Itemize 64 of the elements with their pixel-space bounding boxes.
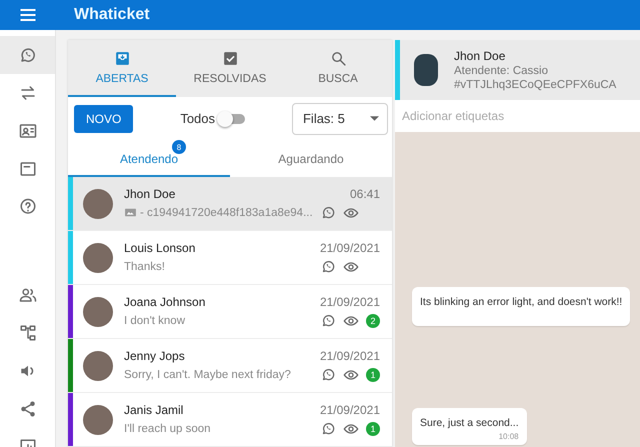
ticket-id: #vTTJLhq3ECoQEeCPFX6uCA — [454, 79, 616, 91]
message-time: 06:41 — [350, 186, 380, 200]
tab[interactable]: RESOLVIDAS — [176, 40, 284, 97]
attendant-label: Atendente: Cassio — [454, 65, 549, 77]
queue-select[interactable]: Filas: 5 — [292, 102, 388, 135]
toggle-switch[interactable] — [219, 114, 246, 124]
ticket-row[interactable]: Jhon Doe 06:41 - c194941720e448f183a1a8e94... — [68, 177, 392, 231]
search-icon — [330, 50, 346, 67]
whatsapp-icon — [321, 367, 336, 382]
share-icon — [18, 400, 36, 418]
users-icon — [18, 286, 36, 304]
message-time: 10:08 — [498, 432, 519, 441]
tab[interactable]: Aguardando — [278, 152, 344, 166]
message-text: Sure, just a second... — [420, 417, 519, 429]
arrows-icon — [18, 84, 36, 102]
whatsapp-icon — [321, 313, 336, 328]
unread-badge: 1 — [366, 422, 380, 436]
ticket-row[interactable]: Joana Johnson 21/09/2021 I don't know 2 — [68, 285, 392, 339]
contact-name: Joana Johnson — [124, 294, 206, 308]
whatsapp-icon — [18, 46, 36, 64]
ticket-row[interactable]: Janis Jamil 21/09/2021 I'll reach up soon 1 — [68, 393, 392, 447]
hierarchy-icon — [18, 324, 36, 342]
message-card-icon — [18, 160, 36, 178]
last-message: - c194941720e448f183a1a8e94... — [140, 206, 313, 218]
ticket-row[interactable]: Louis Lonson 21/09/2021 Thanks! — [68, 231, 392, 285]
toggle-label: Todos — [180, 111, 216, 126]
help-icon — [18, 198, 36, 216]
contact-name: Jhon Doe — [454, 49, 506, 63]
unread-badge: 2 — [366, 314, 380, 328]
last-message: I'll reach up soon — [124, 422, 211, 434]
whatsapp-icon — [321, 205, 336, 220]
avatar — [83, 404, 113, 434]
avatar — [414, 54, 438, 86]
avatar — [83, 242, 113, 272]
avatar — [83, 188, 113, 218]
message-time: 21/09/2021 — [320, 348, 380, 362]
checkbox-icon — [222, 50, 238, 67]
inbox-icon — [114, 50, 130, 67]
avatar — [83, 296, 113, 326]
last-message: Sorry, I can't. Maybe next friday? — [124, 368, 291, 380]
contact-name: Louis Lonson — [124, 240, 196, 254]
last-message: I don't know — [124, 314, 186, 326]
new-button[interactable]: NOVO — [74, 104, 134, 133]
app-title: Whaticket — [74, 6, 150, 24]
contact-name: Jhon Doe — [124, 186, 176, 200]
tags-field[interactable]: Adicionar etiquetas — [395, 100, 640, 132]
message-time: 21/09/2021 — [320, 402, 380, 416]
last-message: Thanks! — [124, 260, 165, 272]
contact-card-icon — [18, 122, 36, 140]
unread-badge: 1 — [366, 368, 380, 382]
message-time: 21/09/2021 — [320, 240, 380, 254]
sidebar-item[interactable] — [0, 36, 55, 74]
tab[interactable]: Atendendo — [120, 152, 178, 166]
message-text: Its blinking an error light, and doesn't work!! — [420, 296, 622, 308]
whatsapp-icon — [321, 259, 336, 274]
message-time: 21/09/2021 — [320, 294, 380, 308]
avatar — [83, 350, 113, 380]
dropdown-caret-icon — [370, 116, 379, 122]
count-badge: 8 — [172, 140, 186, 154]
contact-name: Jenny Jops — [124, 348, 185, 362]
ticket-row[interactable]: Jenny Jops 21/09/2021 Sorry, I can't. Maybe next friday? 1 — [68, 339, 392, 393]
whatsapp-icon — [321, 421, 336, 436]
tab[interactable]: BUSCA — [284, 40, 392, 97]
contact-name: Janis Jamil — [124, 402, 184, 416]
